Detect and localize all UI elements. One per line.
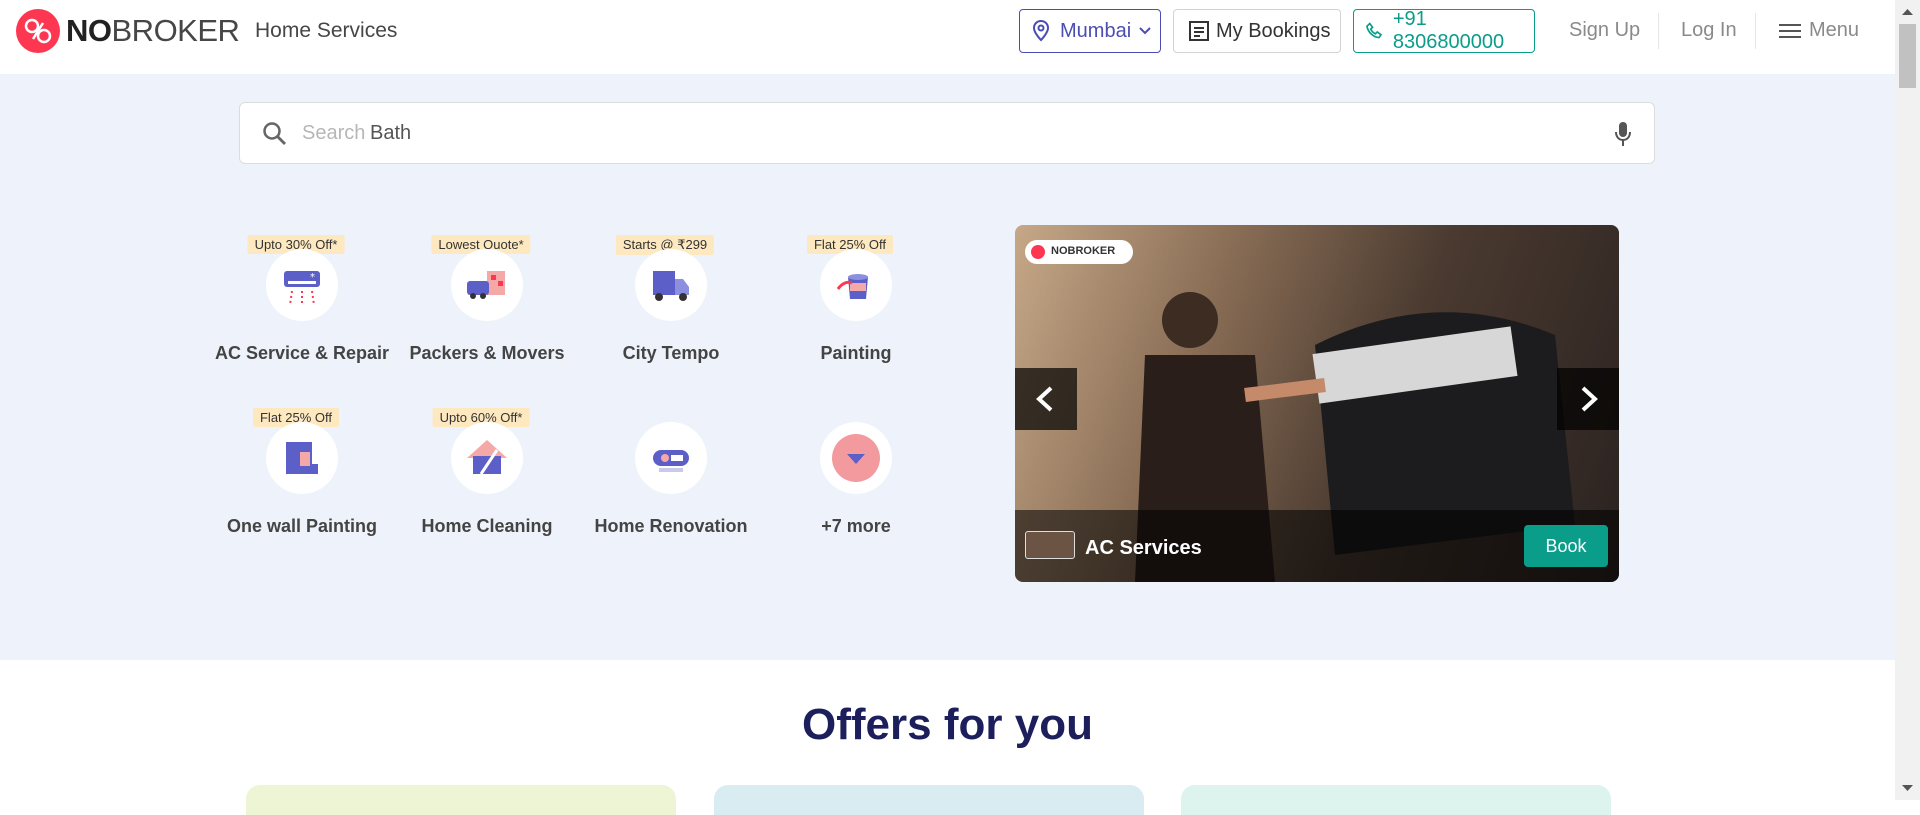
scroll-down-arrow-icon[interactable] <box>1902 784 1913 792</box>
offers-title: Offers for you <box>802 700 1093 749</box>
city-name: Mumbai <box>1060 19 1132 42</box>
svg-text:*: * <box>310 272 315 283</box>
promo-carousel[interactable]: NOBROKER AC Services Book <box>1015 225 1619 582</box>
service-icon-wrap <box>635 422 707 494</box>
ac-icon: * <box>284 271 320 306</box>
service-packers-movers[interactable]: Lowest Quote* Packers & Movers <box>389 235 573 385</box>
search-input[interactable] <box>370 115 1520 151</box>
my-bookings-label: My Bookings <box>1216 19 1331 42</box>
carousel-next-button[interactable] <box>1557 368 1619 430</box>
menu-label: Menu <box>1809 19 1860 41</box>
service-label: City Tempo <box>622 343 720 363</box>
my-bookings-button[interactable]: My Bookings <box>1173 9 1341 53</box>
scrollbar-thumb[interactable] <box>1899 24 1916 88</box>
carousel-caption: AC Services <box>1085 537 1202 559</box>
watermark-logo-icon <box>1031 245 1045 259</box>
service-label: Home Cleaning <box>421 516 553 536</box>
brand-subtitle: Home Services <box>255 19 398 42</box>
service-icon-wrap <box>820 249 892 321</box>
chevron-left-icon <box>1036 386 1053 412</box>
search-icon <box>263 122 286 145</box>
offer-card[interactable] <box>246 785 676 815</box>
renovation-icon <box>653 450 689 472</box>
cleaning-icon <box>467 440 507 475</box>
service-icon-wrap <box>635 249 707 321</box>
service-city-tempo[interactable]: Starts @ ₹299 City Tempo <box>573 235 757 385</box>
scroll-up-arrow-icon[interactable] <box>1902 8 1913 16</box>
carousel-caption-bar: AC Services Book <box>1015 510 1619 582</box>
service-home-renovation[interactable]: Home Renovation <box>573 408 757 558</box>
tempo-icon <box>653 271 689 301</box>
brand-wordmark[interactable]: NOBROKER <box>66 13 240 49</box>
carousel-thumbnail <box>1025 531 1075 559</box>
service-label: +7 more <box>821 516 891 536</box>
log-in-link[interactable]: Log In <box>1681 19 1737 42</box>
carousel-prev-button[interactable] <box>1015 368 1077 430</box>
chevron-down-icon <box>1139 27 1151 35</box>
service-icon-wrap <box>451 249 523 321</box>
service-label: AC Service & Repair <box>214 343 390 363</box>
service-label: Home Renovation <box>594 516 748 536</box>
search-bar[interactable]: Search <box>239 102 1655 164</box>
service-painting[interactable]: Flat 25% Off Painting <box>758 235 942 385</box>
hero-section: Search Upto 30% Off* * AC Service & Repa… <box>0 74 1895 660</box>
phone-button[interactable]: +91 8306800000 <box>1353 8 1535 53</box>
header-divider <box>1658 13 1659 49</box>
service-label: Packers & Movers <box>409 343 565 363</box>
offer-card[interactable] <box>714 785 1144 815</box>
offer-card[interactable] <box>1181 785 1611 815</box>
service-icon-wrap <box>820 422 892 494</box>
phone-icon <box>1366 22 1383 39</box>
chevron-right-icon <box>1581 386 1598 412</box>
bookings-list-icon <box>1189 21 1209 41</box>
paint-bucket-icon <box>836 274 868 299</box>
nobroker-logo-icon[interactable] <box>16 9 60 53</box>
page-scrollbar[interactable] <box>1895 0 1920 800</box>
phone-number: +91 8306800000 <box>1392 8 1505 53</box>
nobroker-watermark-badge: NOBROKER <box>1025 240 1133 264</box>
microphone-icon[interactable] <box>1614 121 1632 147</box>
book-button[interactable]: Book <box>1524 525 1608 567</box>
service-label: Painting <box>820 343 892 363</box>
menu-button[interactable]: Menu <box>1779 19 1859 42</box>
more-services-button[interactable]: +7 more <box>758 408 942 558</box>
wall-icon <box>286 442 318 474</box>
watermark-text: NOBROKER <box>1051 245 1116 257</box>
city-selector[interactable]: Mumbai <box>1019 9 1161 53</box>
header: NOBROKER Home Services Mumbai My Booking… <box>0 0 1895 74</box>
service-icon-wrap <box>266 422 338 494</box>
chevron-down-icon <box>832 434 880 482</box>
hamburger-menu-icon <box>1779 23 1801 38</box>
service-icon-wrap: * <box>266 249 338 321</box>
search-prefix-label: Search <box>302 122 366 144</box>
service-one-wall-painting[interactable]: Flat 25% Off One wall Painting <box>204 408 388 558</box>
service-label: One wall Painting <box>226 516 378 536</box>
header-divider <box>1755 13 1756 49</box>
service-home-cleaning[interactable]: Upto 60% Off* Home Cleaning <box>389 408 573 558</box>
service-ac-repair[interactable]: Upto 30% Off* * AC Service & Repair <box>204 235 389 385</box>
sign-up-link[interactable]: Sign Up <box>1569 19 1640 42</box>
location-pin-icon <box>1032 20 1050 42</box>
truck-icon <box>467 271 505 299</box>
service-icon-wrap <box>451 422 523 494</box>
